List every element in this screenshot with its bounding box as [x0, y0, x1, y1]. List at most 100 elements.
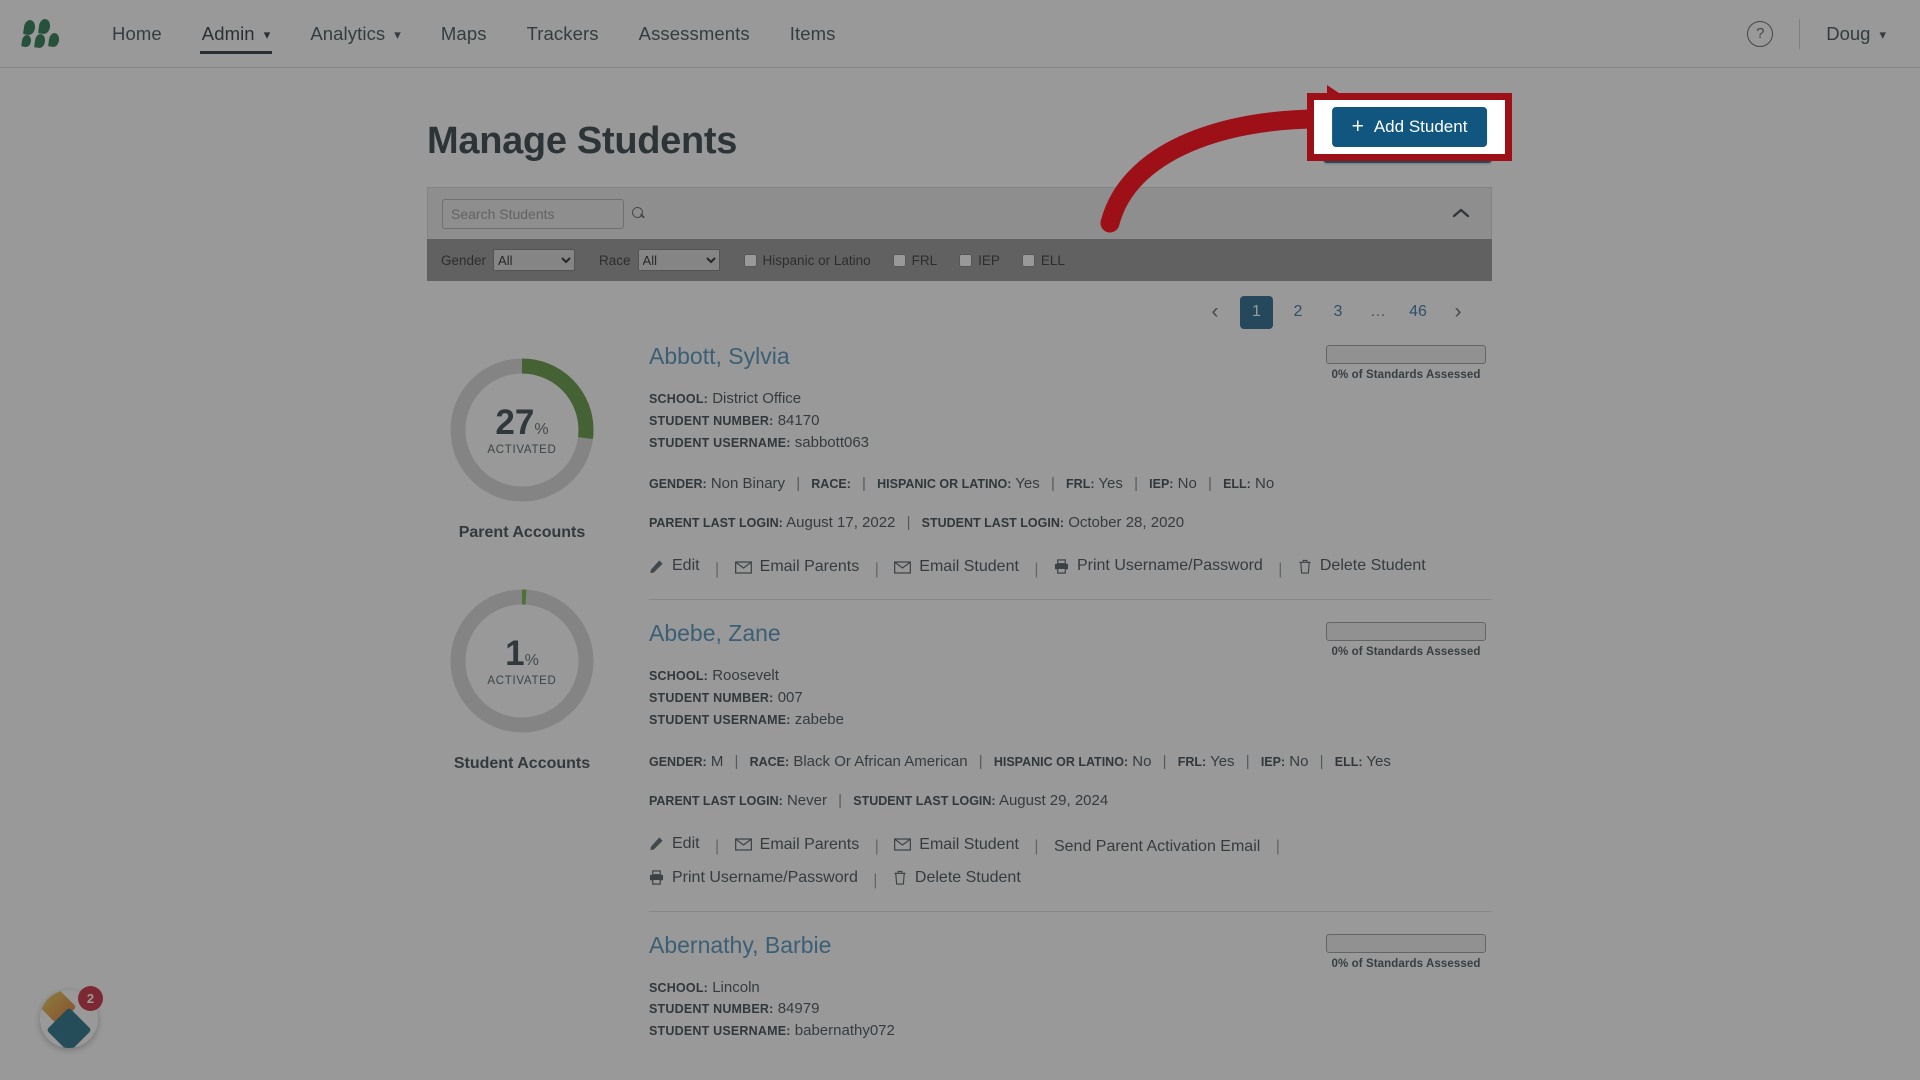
percent-sign: % — [524, 651, 539, 669]
gender-filter-select[interactable]: All — [493, 249, 576, 271]
edit-label: Edit — [672, 834, 700, 852]
student-last-login-value: August 29, 2024 — [998, 791, 1109, 809]
ell-checkbox[interactable]: ELL — [1021, 253, 1065, 268]
student-actions: Edit | Email Parents | — [649, 551, 1492, 585]
search-input[interactable] — [451, 205, 632, 222]
pagination-prev[interactable]: ‹ — [1200, 297, 1230, 327]
iep-checkbox-input[interactable] — [959, 253, 973, 267]
nav-item-maps[interactable]: Maps — [421, 0, 507, 68]
hispanic-checkbox-label: Hispanic or Latino — [762, 252, 871, 268]
student-accounts-caption: Student Accounts — [453, 755, 591, 772]
divider: | — [1245, 752, 1250, 770]
ell-label: ELL: — [1223, 477, 1251, 492]
search-input-wrapper[interactable] — [442, 198, 643, 229]
pencil-icon — [649, 836, 664, 851]
plus-icon: + — [1351, 115, 1364, 138]
user-menu[interactable]: Doug ▾ — [1826, 23, 1886, 45]
student-record: 0% of Standards Assessed Abbott, Sylvia … — [649, 343, 1492, 601]
parent-last-login-value: Never — [786, 791, 827, 809]
ell-value: Yes — [1366, 752, 1391, 770]
standards-assessed-group: 0% of Standards Assessed — [1326, 345, 1486, 381]
nav-item-items[interactable]: Items — [770, 0, 856, 68]
pagination-page-1[interactable]: 1 — [1240, 295, 1273, 329]
pagination-next[interactable]: › — [1443, 297, 1473, 327]
student-logins: PARENT LAST LOGIN: Never | STUDENT LAST … — [649, 792, 1492, 809]
frl-checkbox[interactable]: FRL — [892, 252, 938, 268]
email-parents-label: Email Parents — [759, 835, 860, 853]
hispanic-checkbox[interactable]: Hispanic or Latino — [743, 252, 871, 268]
collapse-filters-toggle[interactable] — [1451, 204, 1477, 224]
nav-item-admin[interactable]: Admin ▾ — [182, 0, 291, 68]
email-parents-action[interactable]: Email Parents — [734, 830, 860, 860]
nav-right-group: ? Doug ▾ — [1747, 18, 1920, 49]
email-parents-action[interactable]: Email Parents — [734, 552, 859, 582]
frl-checkbox-input[interactable] — [892, 253, 906, 267]
divider: | — [1034, 838, 1039, 856]
pagination-page-46[interactable]: 46 — [1403, 297, 1433, 327]
iep-value: No — [1177, 475, 1197, 493]
print-credentials-action[interactable]: Print Username/Password — [1054, 551, 1263, 581]
email-student-label: Email Student — [919, 558, 1019, 576]
gender-label: GENDER: — [649, 754, 707, 769]
student-list: 0% of Standards Assessed Abbott, Sylvia … — [617, 343, 1492, 1076]
student-activated-value: 1 — [505, 633, 525, 673]
race-label: RACE: — [749, 754, 790, 769]
envelope-icon — [894, 838, 912, 851]
divider: | — [1319, 752, 1324, 770]
print-credentials-action[interactable]: Print Username/Password — [649, 863, 858, 893]
search-icon[interactable] — [632, 207, 645, 220]
student-username-value: sabbott063 — [794, 433, 870, 451]
print-credentials-label: Print Username/Password — [672, 868, 858, 886]
parent-last-login-label: PARENT LAST LOGIN: — [649, 793, 783, 808]
iep-value: No — [1289, 752, 1309, 770]
email-student-action[interactable]: Email Student — [894, 552, 1019, 582]
masteryconnect-logo-icon[interactable] — [21, 17, 66, 49]
envelope-icon — [734, 838, 752, 851]
edit-action[interactable]: Edit — [649, 551, 700, 581]
school-label: SCHOOL: — [649, 392, 709, 406]
student-number-label: STUDENT NUMBER: — [649, 413, 774, 428]
frl-checkbox-label: FRL — [911, 252, 938, 268]
content-split: 27 % ACTIVATED Parent Accounts 1 % ACTIV… — [427, 343, 1492, 1076]
student-number-value: 84170 — [777, 411, 820, 429]
standards-assessed-label: 0% of Standards Assessed — [1331, 646, 1481, 659]
race-filter-label: Race — [599, 252, 631, 268]
standards-assessed-label: 0% of Standards Assessed — [1331, 957, 1481, 970]
pagination-page-3[interactable]: 3 — [1323, 297, 1353, 327]
iep-checkbox-label: IEP — [978, 252, 1000, 268]
filter-row: Gender All Race All Hispanic or Latino F… — [427, 239, 1492, 281]
email-student-action[interactable]: Email Student — [894, 830, 1019, 860]
donut-center: 1 % ACTIVATED — [445, 584, 599, 738]
delete-student-action[interactable]: Delete Student — [1298, 551, 1426, 581]
divider: | — [874, 838, 879, 856]
divider: | — [838, 791, 843, 809]
help-icon[interactable]: ? — [1747, 20, 1774, 47]
race-filter-select[interactable]: All — [637, 249, 720, 271]
student-logins: PARENT LAST LOGIN: August 17, 2022 | STU… — [649, 514, 1492, 531]
student-username-label: STUDENT USERNAME: — [649, 435, 791, 450]
nav-item-assessments[interactable]: Assessments — [619, 0, 770, 68]
iep-checkbox[interactable]: IEP — [959, 253, 1000, 268]
pencil-icon — [649, 559, 664, 574]
send-parent-activation-email-action[interactable]: Send Parent Activation Email — [1054, 832, 1260, 862]
edit-action[interactable]: Edit — [649, 829, 700, 859]
divider: | — [862, 475, 866, 493]
student-meta: SCHOOL: Lincoln STUDENT NUMBER: 84979 ST… — [649, 977, 1492, 1042]
standards-assessed-group: 0% of Standards Assessed — [1326, 933, 1486, 970]
trash-icon — [1298, 559, 1312, 574]
chevron-up-icon — [1452, 208, 1470, 217]
printer-icon — [649, 870, 664, 886]
ell-checkbox-input[interactable] — [1021, 253, 1035, 267]
annotation-highlight-box: + Add Student — [1307, 93, 1512, 161]
chat-widget[interactable]: 2 — [40, 986, 103, 1048]
nav-item-home[interactable]: Home — [92, 0, 182, 68]
delete-student-action[interactable]: Delete Student — [893, 863, 1021, 893]
user-name-label: Doug — [1826, 22, 1871, 44]
chevron-down-icon: ▾ — [263, 27, 271, 42]
school-label: SCHOOL: — [649, 669, 709, 684]
add-student-button-highlighted[interactable]: + Add Student — [1331, 107, 1488, 147]
pagination-page-2[interactable]: 2 — [1283, 297, 1313, 327]
nav-item-analytics[interactable]: Analytics ▾ — [290, 0, 421, 68]
nav-item-trackers[interactable]: Trackers — [507, 0, 619, 68]
hispanic-checkbox-input[interactable] — [743, 253, 757, 267]
